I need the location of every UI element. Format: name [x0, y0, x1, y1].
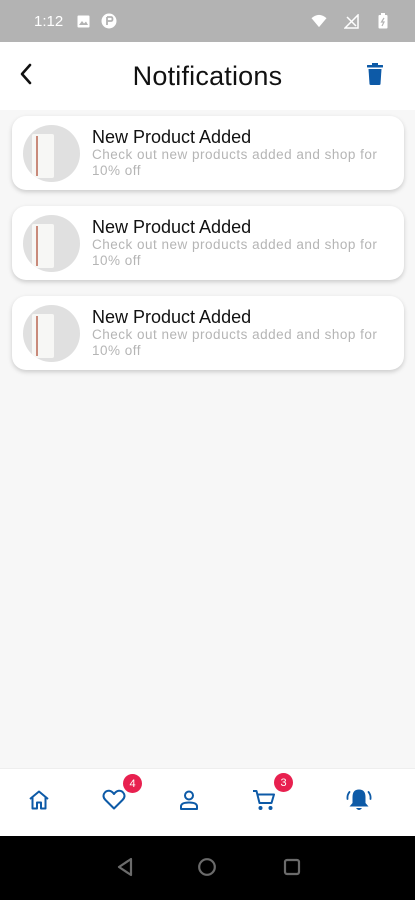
notification-body: Check out new products added and shop fo… — [92, 147, 378, 178]
nav-profile[interactable] — [176, 789, 202, 815]
notification-body: Check out new products added and shop fo… — [92, 327, 378, 358]
cart-badge: 3 — [274, 773, 293, 792]
system-recents-button[interactable] — [281, 858, 303, 880]
status-time: 1:12 — [34, 12, 64, 30]
back-button[interactable] — [14, 62, 38, 90]
wishlist-badge: 4 — [123, 774, 142, 793]
system-back-button[interactable] — [114, 857, 136, 882]
bottom-nav: 4 3 — [0, 768, 415, 836]
wifi-icon — [311, 13, 327, 29]
page-title: Notifications — [132, 60, 283, 91]
battery-icon — [375, 13, 391, 29]
status-right — [311, 13, 401, 29]
image-icon — [75, 13, 91, 29]
notification-body: Check out new products added and shop fo… — [92, 237, 378, 268]
triangle-back-icon — [116, 857, 134, 882]
delete-all-button[interactable] — [363, 62, 387, 90]
circle-home-icon — [197, 857, 217, 882]
notification-card[interactable]: New Product Added Check out new products… — [12, 116, 404, 190]
chevron-left-icon — [19, 63, 33, 90]
product-thumbnail — [23, 124, 80, 182]
user-icon — [179, 790, 199, 815]
nav-cart[interactable] — [251, 789, 277, 815]
home-icon — [28, 790, 50, 815]
notification-title: New Product Added — [92, 217, 252, 237]
notification-card[interactable]: New Product Added Check out new products… — [12, 296, 404, 370]
trash-icon — [366, 62, 384, 90]
bell-icon — [346, 788, 372, 817]
notification-list: New Product Added Check out new products… — [0, 110, 415, 768]
nav-home[interactable] — [26, 789, 52, 815]
product-thumbnail — [23, 214, 80, 272]
nav-notifications[interactable] — [346, 789, 372, 815]
notification-title: New Product Added — [92, 307, 252, 327]
notification-title: New Product Added — [92, 127, 252, 147]
app-header: Notifications — [0, 42, 415, 110]
system-home-button[interactable] — [196, 857, 218, 882]
square-recents-icon — [283, 858, 301, 881]
product-thumbnail — [23, 304, 80, 362]
no-signal-icon — [343, 13, 359, 29]
nav-wishlist[interactable] — [101, 789, 127, 815]
status-bar: 1:12 — [0, 0, 415, 42]
system-nav-bar — [0, 836, 415, 900]
notification-card[interactable]: New Product Added Check out new products… — [12, 206, 404, 280]
heart-icon — [102, 789, 126, 815]
cart-icon — [252, 789, 276, 816]
app-icon — [101, 13, 117, 29]
